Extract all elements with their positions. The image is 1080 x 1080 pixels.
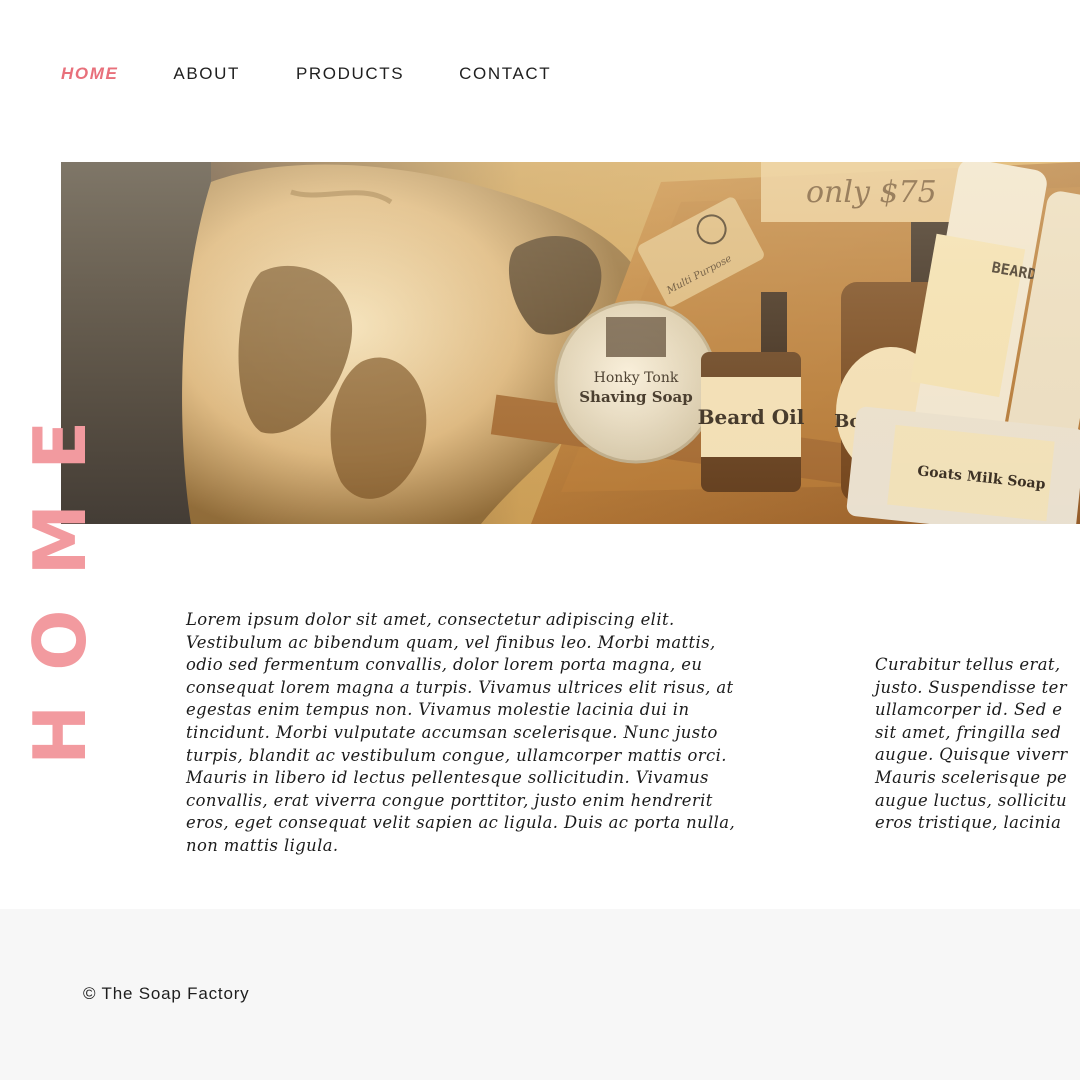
col2-line: augue. Quisque viverr — [875, 745, 1068, 765]
vertical-page-title: HOME — [18, 386, 102, 765]
footer: © The Soap Factory — [0, 909, 1080, 1080]
col2-line: Curabitur tellus erat, — [875, 655, 1061, 674]
copyright-text: © The Soap Factory — [83, 984, 250, 1003]
hero-image: only $75 Multi Purpose Honky Tonk Shavin… — [61, 162, 1080, 524]
col2-line: augue luctus, sollicitu — [875, 790, 1068, 810]
nav-about-link[interactable]: ABOUT — [173, 64, 240, 84]
main-nav: HOME ABOUT PRODUCTS CONTACT — [61, 64, 551, 84]
col2-line: ullamcorper id. Sed e — [875, 700, 1063, 720]
col2-line: justo. Suspendisse ter — [875, 677, 1067, 697]
col2-line: sit amet, fringilla sed — [875, 722, 1062, 742]
col2-line: eros tristique, lacinia — [875, 813, 1062, 833]
nav-contact-link[interactable]: CONTACT — [459, 64, 551, 84]
col2-line: Mauris scelerisque pe — [875, 767, 1068, 787]
content-column-2: Curabitur tellus erat, justo. Suspendiss… — [875, 654, 1080, 835]
nav-home-link[interactable]: HOME — [61, 64, 118, 84]
nav-products-link[interactable]: PRODUCTS — [296, 64, 404, 84]
content-column-1: Lorem ipsum dolor sit amet, consectetur … — [186, 610, 736, 855]
